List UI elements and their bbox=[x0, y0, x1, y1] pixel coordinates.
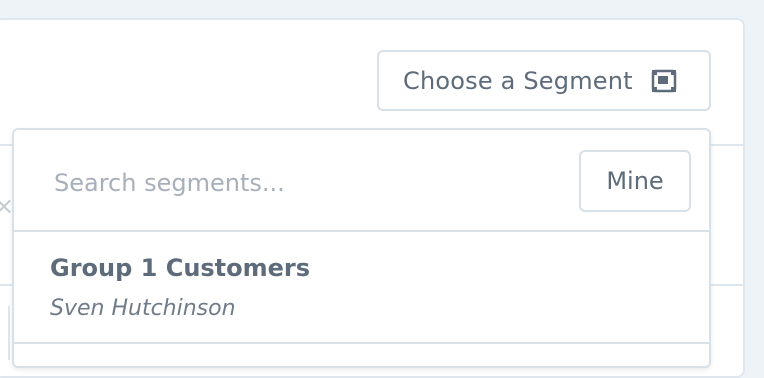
segment-owner: Sven Hutchinson bbox=[50, 296, 236, 321]
choose-segment-label: Choose a Segment bbox=[403, 66, 633, 95]
mine-filter-button[interactable]: Mine bbox=[579, 150, 691, 212]
search-row: Mine bbox=[14, 130, 709, 232]
list-item[interactable]: Group 1 Customers Sven Hutchinson bbox=[14, 232, 709, 344]
segment-title: Group 1 Customers bbox=[50, 254, 311, 282]
close-icon[interactable]: × bbox=[0, 194, 14, 218]
segment-dropdown: Mine Group 1 Customers Sven Hutchinson bbox=[12, 128, 711, 368]
segment-icon bbox=[651, 68, 677, 94]
background-field-edge bbox=[0, 306, 10, 360]
choose-segment-button[interactable]: Choose a Segment bbox=[377, 50, 711, 111]
search-input[interactable] bbox=[52, 158, 556, 208]
